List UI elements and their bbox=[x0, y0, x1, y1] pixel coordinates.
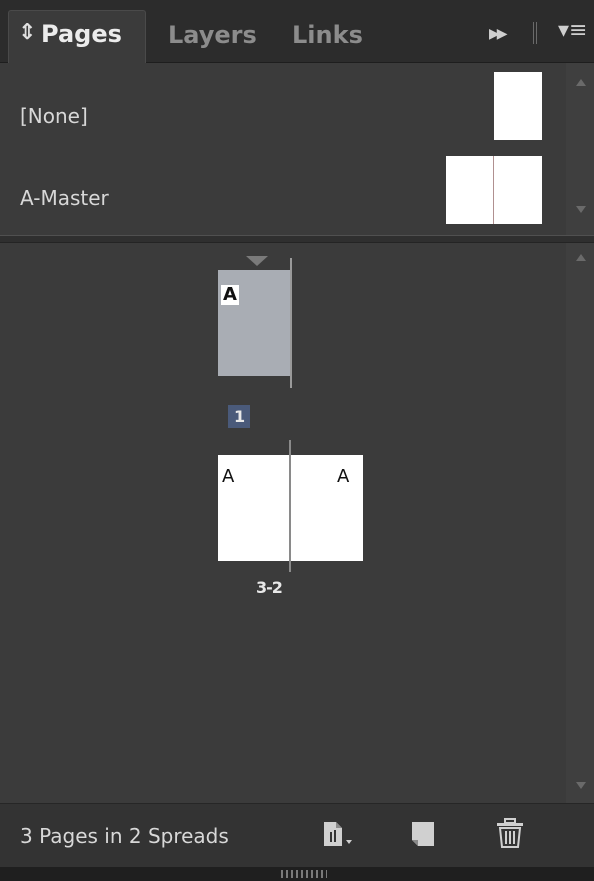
spread-1-spine bbox=[290, 258, 292, 388]
pages-scroll-up-icon[interactable] bbox=[576, 254, 586, 261]
spread-2-spine bbox=[289, 440, 291, 572]
master-spread-spine bbox=[493, 156, 494, 224]
spread-1-number-label[interactable]: 1 bbox=[228, 405, 251, 428]
page-master-letter: A bbox=[222, 466, 235, 487]
page-master-letter: A bbox=[337, 466, 350, 487]
trash-icon[interactable] bbox=[494, 816, 526, 850]
masters-scroll-down-icon[interactable] bbox=[576, 206, 586, 213]
tab-pages[interactable]: ⇕ Pages bbox=[8, 10, 146, 63]
current-page-marker-icon bbox=[246, 256, 268, 266]
master-label-a-master: A-Master bbox=[20, 186, 109, 210]
page-thumbnail-2[interactable] bbox=[291, 455, 363, 561]
create-page-size-icon[interactable] bbox=[318, 816, 354, 850]
master-item-none[interactable] bbox=[0, 63, 566, 143]
pages-scroll-down-icon[interactable] bbox=[576, 782, 586, 789]
tab-pages-label: Pages bbox=[41, 20, 122, 48]
tab-layers[interactable]: Layers bbox=[168, 12, 257, 62]
spread-2-number-label[interactable]: 3-2 bbox=[256, 578, 283, 597]
master-label-none: [None] bbox=[20, 104, 88, 128]
panel-menu-icon[interactable]: ▾≡ bbox=[558, 18, 587, 43]
tab-separator bbox=[533, 22, 537, 44]
sort-icon: ⇕ bbox=[18, 20, 37, 45]
new-page-icon[interactable] bbox=[408, 818, 440, 850]
pages-panel: ⇕ Pages Layers Links ▶▶ ▾≡ [None] A-Mast… bbox=[0, 0, 594, 881]
pages-scrollbar[interactable] bbox=[566, 243, 594, 803]
section-divider[interactable] bbox=[0, 235, 594, 243]
page-count-status: 3 Pages in 2 Spreads bbox=[20, 824, 229, 848]
page-master-letter: A bbox=[221, 284, 239, 305]
master-thumbnail-a-master[interactable] bbox=[446, 156, 542, 224]
masters-scroll-up-icon[interactable] bbox=[576, 79, 586, 86]
collapse-panel-icon[interactable]: ▶▶ bbox=[489, 26, 507, 42]
panel-resize-grip[interactable] bbox=[281, 870, 327, 878]
panel-tab-bar: ⇕ Pages Layers Links ▶▶ ▾≡ bbox=[0, 0, 594, 63]
tab-links[interactable]: Links bbox=[292, 12, 363, 62]
master-thumbnail-none[interactable] bbox=[494, 72, 542, 140]
